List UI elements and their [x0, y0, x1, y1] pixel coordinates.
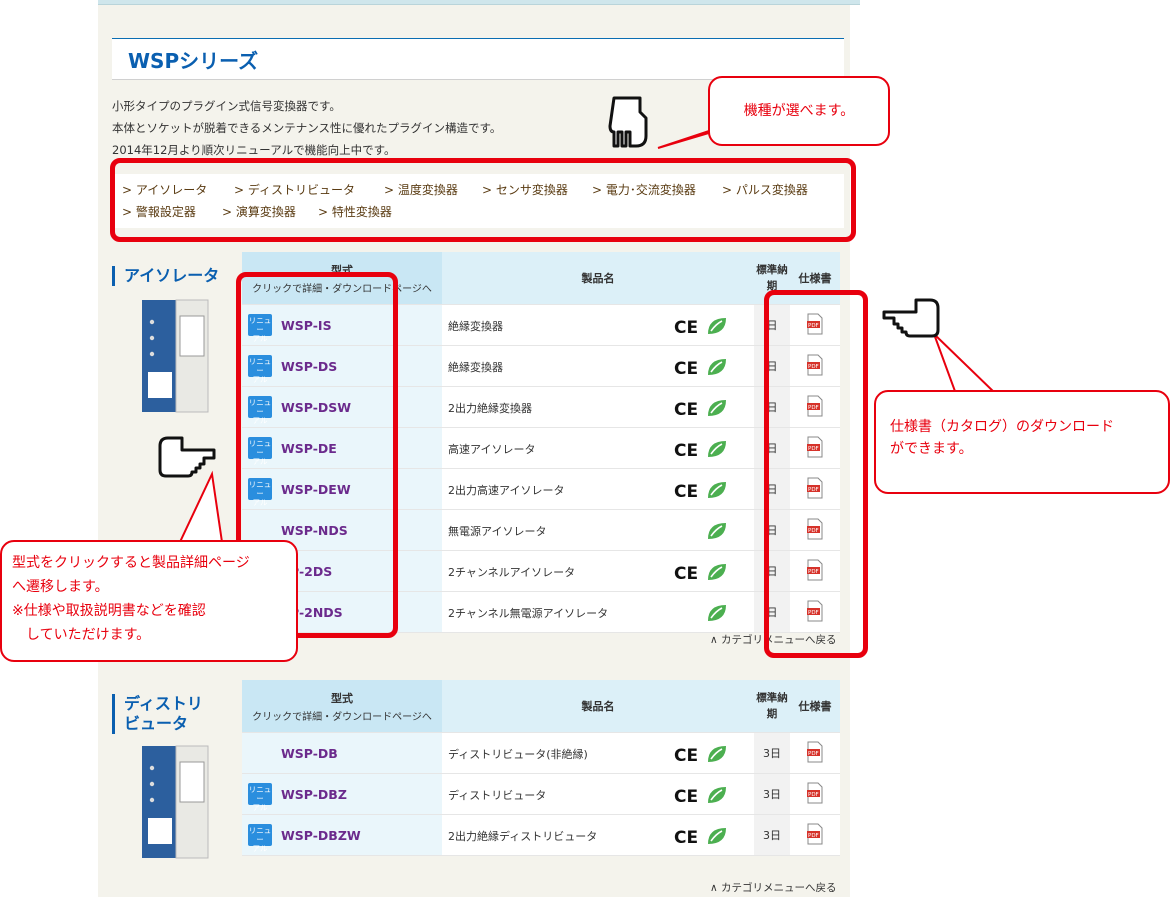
- svg-text:CE: CE: [674, 746, 698, 766]
- pdf-download-icon[interactable]: PDF: [806, 782, 824, 804]
- pdf-download-icon[interactable]: PDF: [806, 741, 824, 763]
- svg-text:CE: CE: [674, 359, 698, 379]
- intro-line-2: 本体とソケットが脱着できるメンテナンス性に優れたプラグイン構造です。: [112, 121, 502, 135]
- group-title-isolator: アイソレータ: [112, 266, 219, 286]
- certification-icons: CE: [674, 564, 726, 584]
- pointing-hand-left-icon: [882, 298, 940, 338]
- certification-icons: [708, 605, 726, 621]
- svg-text:PDF: PDF: [808, 833, 819, 839]
- callout-spec-download: 仕様書（カタログ）のダウンロード ができます。: [874, 390, 1170, 494]
- product-image-distributor: [142, 745, 209, 859]
- callout-model-select: 機種が選べます。: [708, 76, 890, 146]
- certification-icons: CE: [674, 359, 726, 379]
- product-name-cell: 2チャンネル無電源アイソレータ: [442, 591, 754, 633]
- callout-pointer-click-model: [178, 470, 224, 543]
- certification-icons: CE: [674, 441, 726, 461]
- product-name: 絶縁変換器: [448, 361, 503, 374]
- product-name: 2チャンネル無電源アイソレータ: [448, 607, 609, 620]
- svg-text:CE: CE: [674, 564, 698, 584]
- spec-cell: PDF: [790, 732, 840, 774]
- model-cell: リニュー アル WSP-DBZW: [242, 814, 442, 856]
- certification-icons: CE: [674, 787, 726, 807]
- section-title-bar: WSPシリーズ: [112, 38, 844, 80]
- pointing-hand-right-icon: [158, 436, 216, 478]
- product-name-cell: ディストリビュータ CE: [442, 773, 754, 815]
- annotation-box-spec-column: [764, 290, 868, 658]
- model-link[interactable]: WSP-DB: [281, 746, 338, 761]
- intro-line-1: 小形タイプのプラグイン式信号変換器です。: [112, 99, 341, 113]
- product-name-cell: 2出力高速アイソレータ CE: [442, 468, 754, 510]
- annotation-box-category-menu: [110, 158, 856, 242]
- product-name: 2出力高速アイソレータ: [448, 484, 565, 497]
- header-product-name: 製品名: [442, 252, 754, 305]
- product-name-cell: 絶縁変換器 CE: [442, 304, 754, 346]
- header-lead-time: 標準納期: [754, 680, 790, 733]
- table-row: リニュー アル WSP-DBZ ディストリビュータ CE 3日 PDF: [242, 773, 840, 815]
- model-link[interactable]: WSP-DBZW: [281, 828, 361, 843]
- certification-icons: [708, 523, 726, 539]
- certification-icons: CE: [674, 400, 726, 420]
- product-image-isolator: [142, 299, 209, 413]
- product-name-cell: 2チャンネルアイソレータ CE: [442, 550, 754, 592]
- svg-text:CE: CE: [674, 400, 698, 420]
- svg-text:CE: CE: [674, 482, 698, 502]
- pointing-hand-down-icon: [608, 96, 648, 148]
- renewal-badge: リニュー アル: [248, 783, 272, 812]
- table-row: リニュー アル WSP-DBZW 2出力絶縁ディストリビュータ CE 3日 PDF: [242, 814, 840, 856]
- product-name: 2出力絶縁変換器: [448, 402, 532, 415]
- product-table-distributor: 型式 クリックで詳細・ダウンロードページへ 製品名 標準納期 仕様書 WSP-DB…: [242, 680, 840, 856]
- header-spec: 仕様書: [790, 680, 840, 733]
- svg-text:PDF: PDF: [808, 751, 819, 757]
- model-cell: WSP-DB: [242, 732, 442, 774]
- product-name: 高速アイソレータ: [448, 443, 536, 456]
- product-name-cell: 絶縁変換器 CE: [442, 345, 754, 387]
- header-model: 型式 クリックで詳細・ダウンロードページへ: [242, 680, 442, 733]
- pdf-download-icon[interactable]: PDF: [806, 823, 824, 845]
- callout-click-model: 型式をクリックすると製品詳細ページ へ遷移します。 ※仕様や取扱説明書などを確認…: [0, 540, 298, 662]
- product-name: 2出力絶縁ディストリビュータ: [448, 830, 598, 843]
- table-row: WSP-DB ディストリビュータ(非絶縁) CE 3日 PDF: [242, 732, 840, 774]
- certification-icons: CE: [674, 318, 726, 338]
- certification-icons: CE: [674, 746, 726, 766]
- spec-cell: PDF: [790, 814, 840, 856]
- certification-icons: CE: [674, 828, 726, 848]
- model-link[interactable]: WSP-DBZ: [281, 787, 347, 802]
- page-title: WSPシリーズ: [128, 49, 259, 73]
- product-name: ディストリビュータ(非絶縁): [448, 748, 588, 761]
- product-name: 2チャンネルアイソレータ: [448, 566, 576, 579]
- product-name-cell: 2出力絶縁変換器 CE: [442, 386, 754, 428]
- group-title-distributor: ディストリ ビュータ: [112, 694, 203, 734]
- product-name-cell: 無電源アイソレータ: [442, 509, 754, 551]
- product-name-cell: 2出力絶縁ディストリビュータ CE: [442, 814, 754, 856]
- svg-text:CE: CE: [674, 318, 698, 338]
- lead-time: 3日: [754, 773, 790, 815]
- lead-time: 3日: [754, 732, 790, 774]
- svg-text:CE: CE: [674, 441, 698, 461]
- svg-text:CE: CE: [674, 787, 698, 807]
- back-to-category-menu-link-2[interactable]: ∧ カテゴリメニューへ戻る: [710, 880, 837, 895]
- svg-text:CE: CE: [674, 828, 698, 848]
- product-name: 絶縁変換器: [448, 320, 503, 333]
- certification-icons: CE: [674, 482, 726, 502]
- product-name-cell: ディストリビュータ(非絶縁) CE: [442, 732, 754, 774]
- header-product-name: 製品名: [442, 680, 754, 733]
- product-name: ディストリビュータ: [448, 789, 547, 802]
- model-cell: リニュー アル WSP-DBZ: [242, 773, 442, 815]
- intro-line-3: 2014年12月より順次リニューアルで機能向上中です。: [112, 143, 396, 157]
- svg-text:PDF: PDF: [808, 792, 819, 798]
- lead-time: 3日: [754, 814, 790, 856]
- product-name-cell: 高速アイソレータ CE: [442, 427, 754, 469]
- product-name: 無電源アイソレータ: [448, 525, 547, 538]
- spec-cell: PDF: [790, 773, 840, 815]
- renewal-badge: リニュー アル: [248, 824, 272, 853]
